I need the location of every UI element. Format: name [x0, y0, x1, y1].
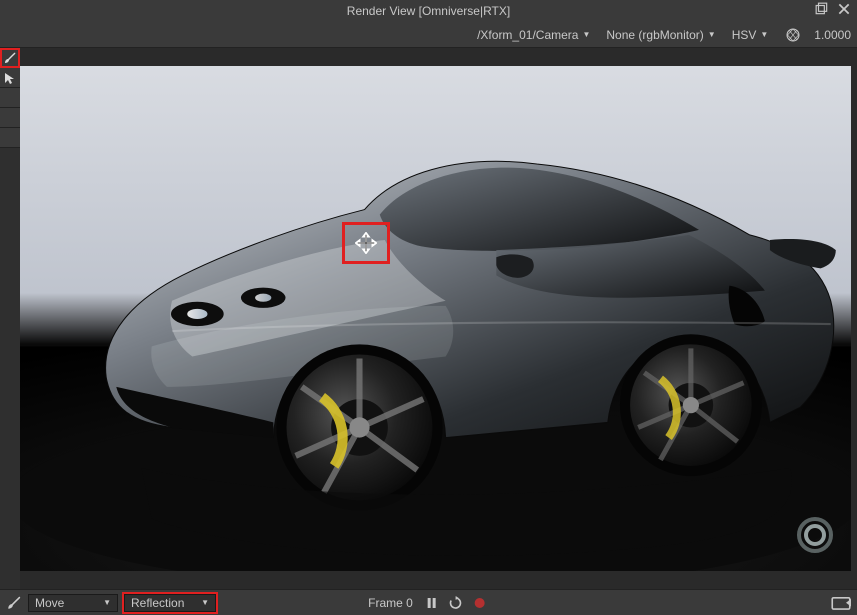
pause-button[interactable]	[423, 594, 441, 612]
tool-slot-3[interactable]	[0, 88, 20, 108]
transform-mode-dropdown[interactable]: Move ▼	[28, 594, 118, 612]
viewport-logo-icon	[795, 515, 835, 555]
chevron-down-icon: ▼	[201, 598, 209, 607]
chevron-down-icon: ▼	[760, 30, 768, 39]
record-button[interactable]	[471, 594, 489, 612]
refresh-button[interactable]	[447, 594, 465, 612]
render-scene	[20, 66, 851, 571]
chevron-down-icon: ▼	[103, 598, 111, 607]
tool-slot-4[interactable]	[0, 108, 20, 128]
chevron-down-icon: ▼	[582, 30, 590, 39]
playback-controls	[423, 594, 489, 612]
body-area	[0, 48, 857, 589]
tool-slot-5[interactable]	[0, 128, 20, 148]
transform-mode-label: Move	[35, 596, 64, 610]
chevron-down-icon: ▼	[708, 30, 716, 39]
brush-icon[interactable]	[6, 595, 22, 611]
camera-path-label: /Xform_01/Camera	[477, 28, 578, 42]
close-icon[interactable]	[837, 2, 851, 16]
color-mode-label: HSV	[732, 28, 757, 42]
shutter-value[interactable]: 1.0000	[814, 28, 851, 42]
record-icon	[475, 598, 485, 608]
restore-icon[interactable]	[815, 2, 829, 16]
snapshot-button[interactable]	[831, 594, 851, 612]
titlebar: Render View [Omniverse|RTX]	[0, 0, 857, 22]
camera-path-dropdown[interactable]: /Xform_01/Camera ▼	[473, 25, 594, 45]
brush-tool-button[interactable]	[0, 48, 20, 68]
playback-center: Frame 0	[368, 594, 489, 612]
window-controls	[815, 2, 851, 16]
render-mode-label: Reflection	[131, 596, 184, 610]
render-mode-dropdown[interactable]: Reflection ▼	[124, 594, 216, 612]
render-view-window: Render View [Omniverse|RTX] /Xform_01/Ca…	[0, 0, 857, 615]
bottom-bar: Move ▼ Reflection ▼ Frame 0	[0, 589, 857, 615]
cursor-tool-button[interactable]	[0, 68, 20, 88]
header-bar: /Xform_01/Camera ▼ None (rgbMonitor) ▼ H…	[0, 22, 857, 48]
window-title: Render View [Omniverse|RTX]	[347, 4, 510, 18]
aperture-icon[interactable]	[780, 25, 806, 45]
render-viewport[interactable]	[20, 66, 851, 571]
monitor-label: None (rgbMonitor)	[606, 28, 703, 42]
left-toolbox	[0, 48, 20, 589]
color-mode-dropdown[interactable]: HSV ▼	[728, 25, 773, 45]
frame-label: Frame 0	[368, 596, 413, 610]
monitor-dropdown[interactable]: None (rgbMonitor) ▼	[602, 25, 719, 45]
